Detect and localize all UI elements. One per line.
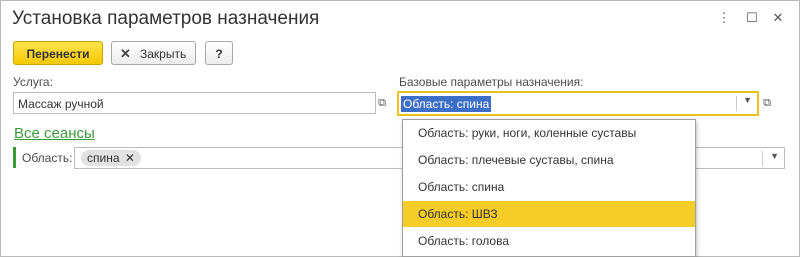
service-field[interactable]: Массаж ручной — [13, 92, 376, 114]
field-divider — [736, 96, 737, 111]
dropdown-item[interactable]: Область: плечевые суставы, спина — [403, 147, 695, 173]
area-tag-label: спина — [87, 151, 120, 165]
transfer-button[interactable]: Перенести — [13, 41, 103, 65]
more-icon[interactable]: ⋮ — [715, 9, 733, 27]
filter-marker — [13, 147, 16, 168]
dropdown-item[interactable]: Область: спина — [403, 174, 695, 200]
dropdown-item-selected[interactable]: Область: ШВЗ — [403, 201, 695, 227]
field-divider — [762, 151, 763, 166]
chevron-down-icon[interactable]: ▼ — [743, 95, 752, 105]
base-params-label: Базовые параметры назначения: — [399, 75, 584, 89]
close-button-label: Закрыть — [140, 47, 187, 61]
dropdown-item[interactable]: Область: руки, ноги, коленные суставы — [403, 120, 695, 146]
dropdown-item[interactable]: Область: голова — [403, 228, 695, 254]
base-params-open-icon[interactable]: ⧉ — [758, 94, 776, 112]
maximize-icon[interactable]: ☐ — [743, 9, 761, 27]
dialog-window: Установка параметров назначения ⋮ ☐ ✕ Пе… — [0, 0, 800, 257]
chevron-down-icon[interactable]: ▼ — [770, 151, 779, 161]
close-x-icon: ✕ — [120, 46, 131, 61]
help-button[interactable]: ? — [205, 41, 233, 65]
area-tag[interactable]: спина ✕ — [81, 150, 141, 166]
tag-remove-icon[interactable]: ✕ — [125, 151, 135, 165]
base-params-value: Область: спина — [401, 96, 492, 112]
window-title: Установка параметров назначения — [12, 8, 320, 29]
area-filter-label: Область: — [22, 151, 73, 165]
all-sessions-link[interactable]: Все сеансы — [14, 125, 95, 142]
base-params-field[interactable]: Область: спина ▼ — [397, 91, 759, 116]
service-open-icon[interactable]: ⧉ — [373, 94, 391, 112]
dropdown-list: Область: руки, ноги, коленные суставы Об… — [402, 119, 696, 257]
close-icon[interactable]: ✕ — [769, 9, 787, 27]
service-value: Массаж ручной — [18, 97, 104, 111]
close-button[interactable]: ✕ Закрыть — [111, 41, 196, 65]
service-label: Услуга: — [13, 75, 53, 89]
